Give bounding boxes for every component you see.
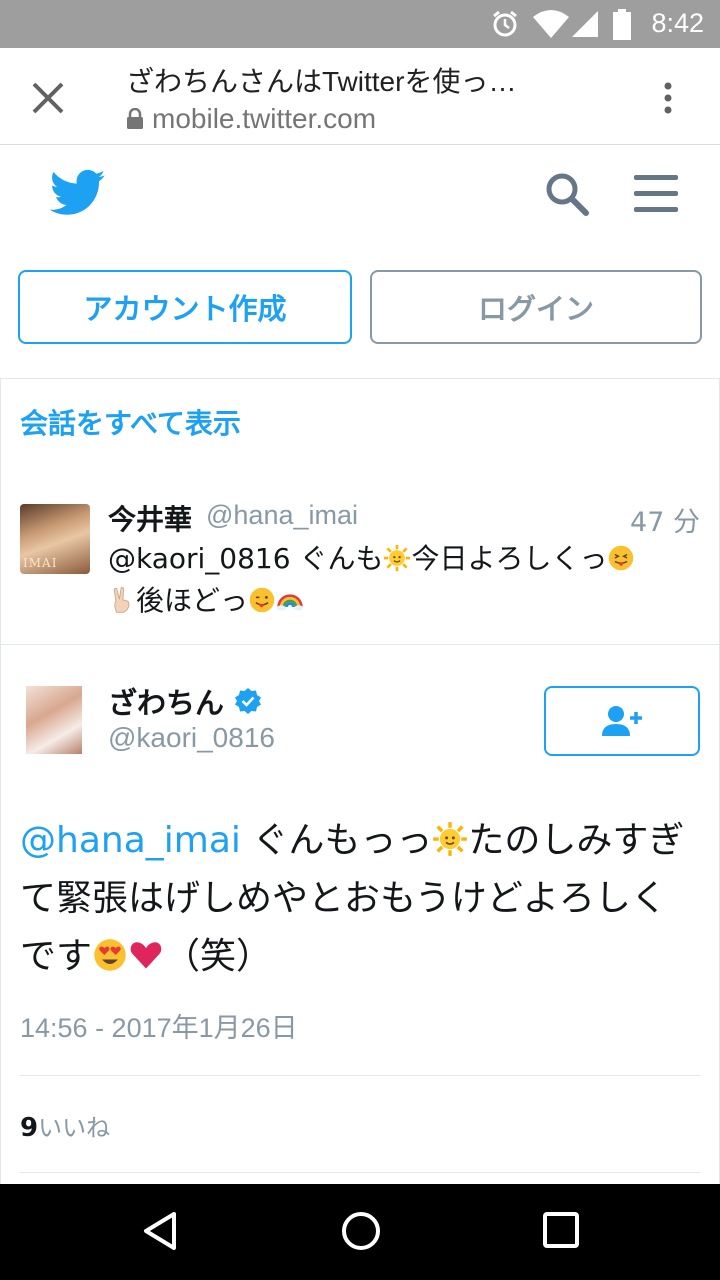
avatar-caption: IMAI — [23, 556, 58, 570]
cell-signal-icon — [572, 11, 598, 37]
parent-tweet-text-3: 後ほどっ — [136, 584, 249, 617]
main-tweet-handle[interactable]: @kaori_0816 — [108, 722, 275, 754]
url-bar[interactable]: mobile.twitter.com — [126, 103, 376, 135]
main-tweet-author[interactable]: ざわちん — [108, 680, 262, 722]
likes-stat[interactable]: 9いいね — [20, 1108, 110, 1143]
twitter-header — [0, 145, 720, 245]
follow-button[interactable] — [544, 686, 700, 756]
show-conversation-link[interactable]: 会話をすべて表示 — [20, 402, 241, 442]
parent-tweet-text-2: 今日よろしくっ — [411, 542, 608, 575]
winking-tongue-face-emoji-icon — [249, 587, 275, 613]
battery-icon — [613, 9, 631, 40]
main-tweet-author-name: ざわちん — [108, 686, 225, 720]
parent-tweet-author-name[interactable]: 今井華 — [108, 498, 192, 538]
recents-icon[interactable] — [542, 1210, 580, 1250]
divider — [20, 1075, 700, 1076]
more-options-icon[interactable] — [656, 78, 680, 118]
page-title: ざわちんさんはTwitterを使っ… — [126, 66, 517, 97]
search-icon[interactable] — [544, 171, 590, 217]
status-time: 8:42 — [651, 8, 704, 38]
parent-tweet-text-1: @kaori_0816 ぐんも — [108, 542, 384, 575]
tongue-face-emoji-icon — [609, 545, 634, 571]
navigation-bar — [0, 1184, 720, 1280]
sun-with-face-emoji-icon — [433, 822, 468, 857]
divider — [20, 1172, 700, 1173]
hamburger-menu-icon[interactable] — [632, 173, 680, 215]
avatar[interactable]: IMAI — [20, 504, 90, 574]
sun-with-face-emoji-icon — [384, 545, 411, 572]
avatar[interactable] — [26, 686, 82, 754]
home-icon[interactable] — [340, 1210, 382, 1252]
wifi-icon — [533, 10, 569, 38]
signup-button[interactable]: アカウント作成 — [18, 270, 352, 344]
browser-toolbar: ざわちんさんはTwitterを使っ… mobile.twitter.com — [0, 48, 720, 145]
parent-tweet-handle[interactable]: @hana_imai — [206, 500, 358, 531]
lock-icon — [127, 108, 143, 129]
main-tweet-text: @hana_imai ぐんもっっ たのしみすぎて緊張はげしめやとおもうけどよろし… — [20, 812, 700, 986]
status-bar: 8:42 — [0, 0, 720, 48]
main-tweet-text-3: （笑） — [164, 936, 273, 977]
twitter-bird-logo-icon[interactable] — [50, 169, 106, 217]
victory-hand-emoji-icon — [113, 587, 130, 613]
close-icon[interactable] — [26, 76, 70, 120]
add-user-icon — [602, 706, 642, 736]
url-text: mobile.twitter.com — [152, 103, 377, 134]
tweet-timestamp[interactable]: 14:56 - 2017年1月26日 — [20, 1006, 298, 1045]
verified-badge-icon — [235, 688, 262, 714]
login-button[interactable]: ログイン — [370, 270, 702, 344]
back-icon[interactable] — [140, 1210, 180, 1252]
parent-tweet-text: @kaori_0816 ぐんも 今日よろしくっ 後ほどっ — [108, 538, 698, 622]
heart-emoji-icon — [130, 942, 162, 969]
mention-link[interactable]: @hana_imai — [20, 820, 241, 861]
divider — [0, 644, 720, 645]
main-tweet-text-1: ぐんもっっ — [240, 820, 433, 861]
likes-label: いいね — [38, 1114, 111, 1142]
parent-tweet-time[interactable]: 47 分 — [630, 500, 700, 539]
heart-eyes-face-emoji-icon — [94, 939, 126, 972]
likes-count: 9 — [20, 1113, 39, 1143]
alarm-icon — [493, 10, 517, 37]
rainbow-emoji-icon — [276, 594, 304, 611]
